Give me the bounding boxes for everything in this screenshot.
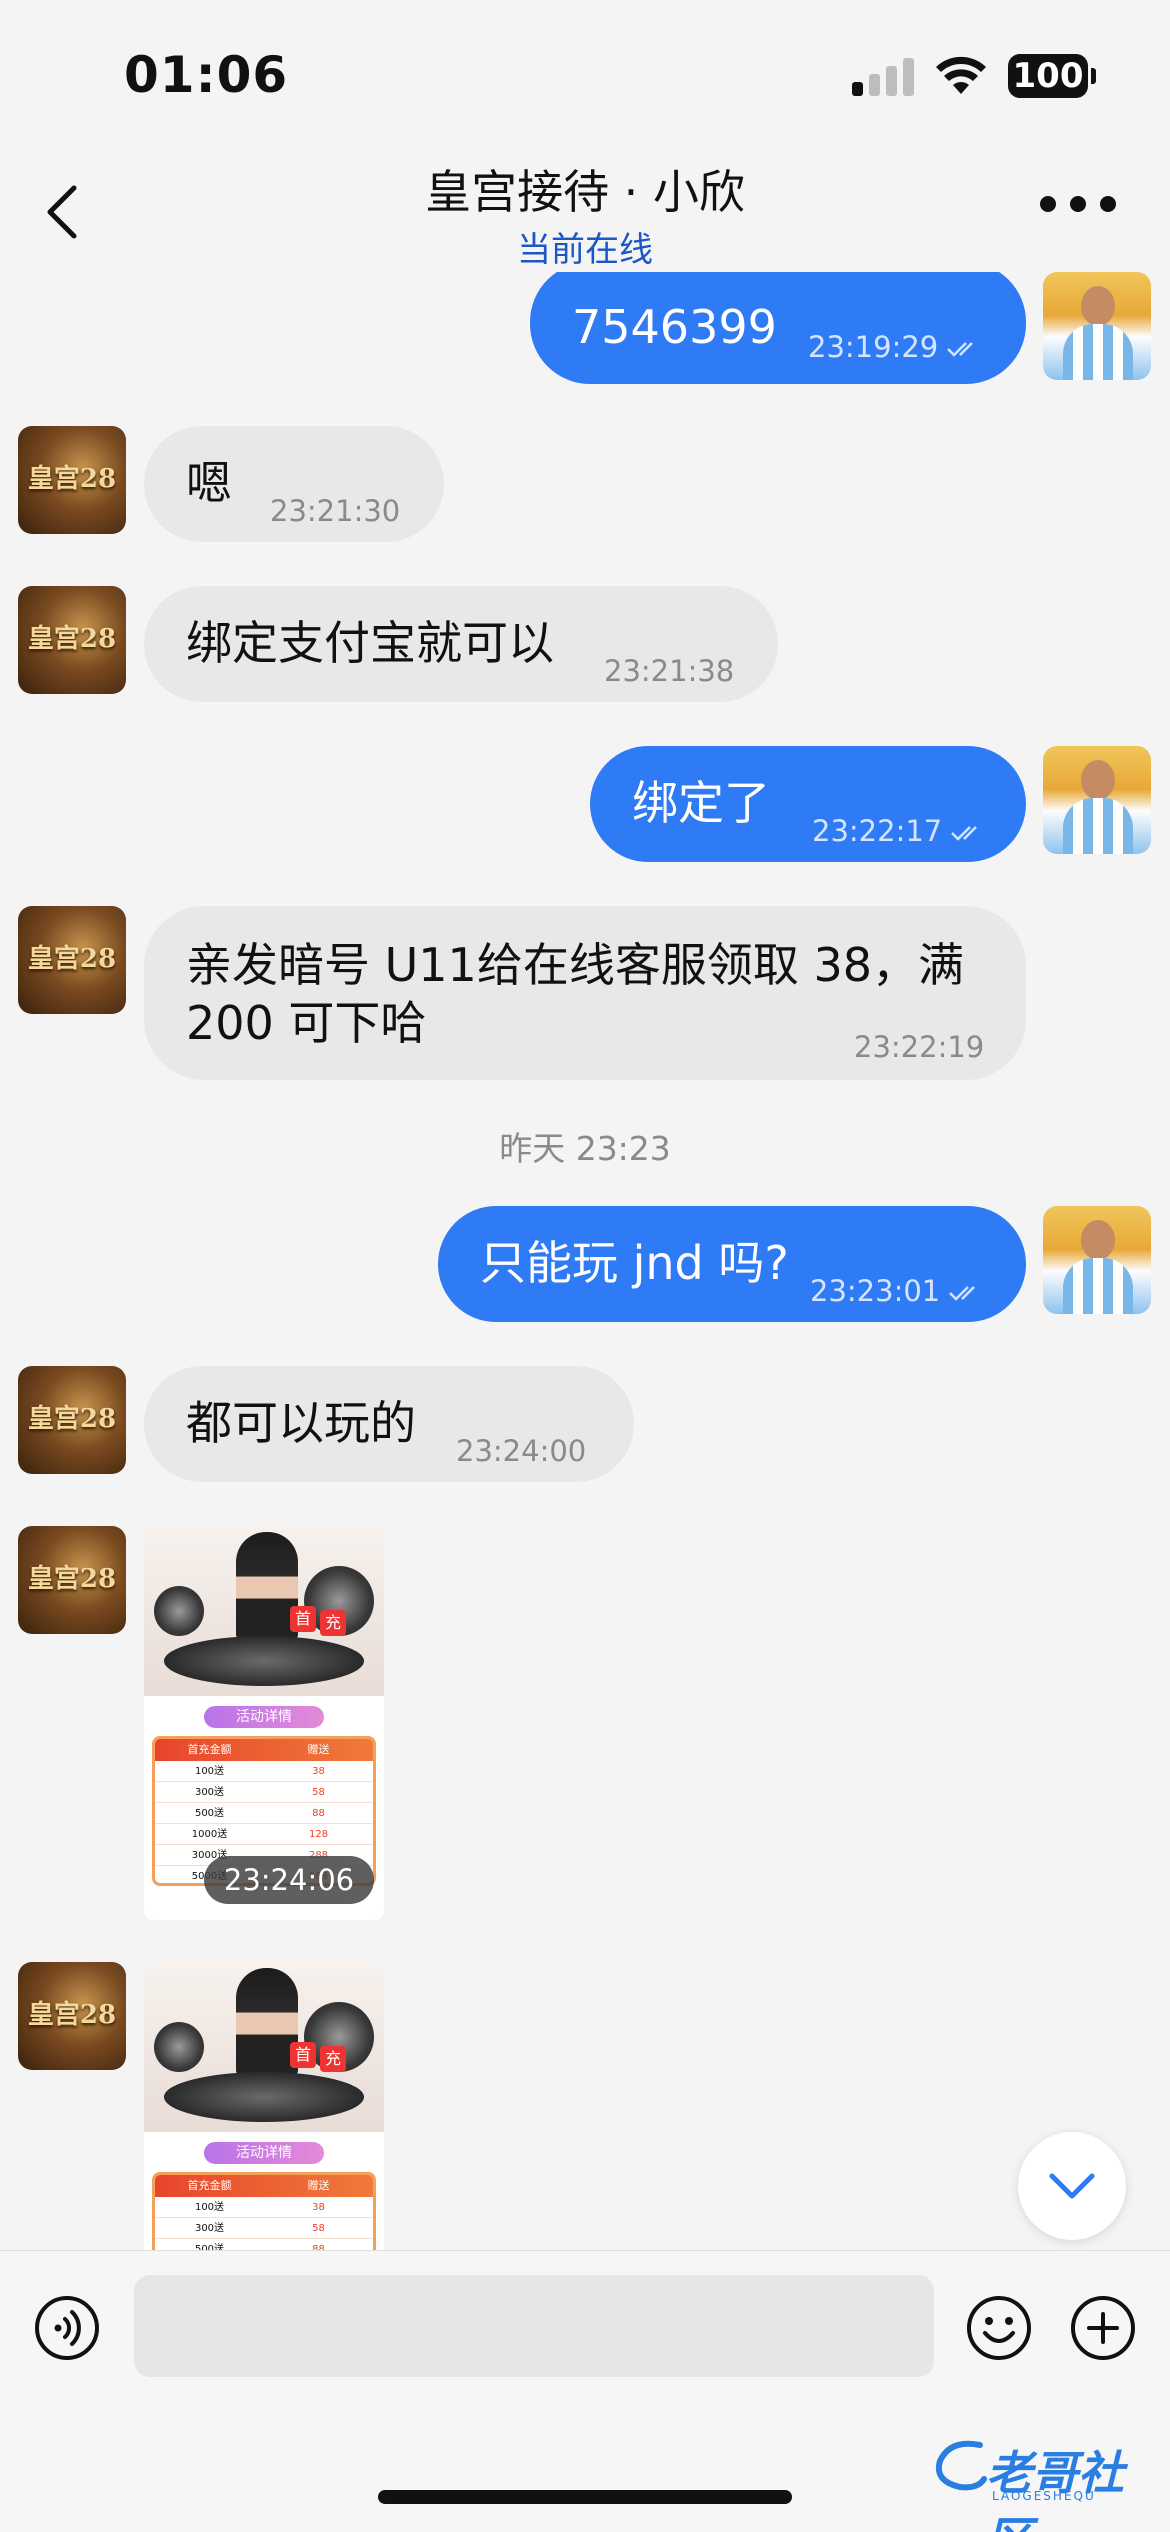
add-attachment-button[interactable] xyxy=(1070,2295,1136,2361)
message-text: 7546399 xyxy=(572,300,777,354)
image-time: 23:24:06 xyxy=(204,1856,374,1904)
message-time: 23:21:38 xyxy=(604,654,735,688)
agent-avatar[interactable]: 皇宫28 xyxy=(18,426,126,534)
date-separator: 昨天 23:23 xyxy=(499,1129,671,1168)
promo-table: 首充金额 赠送 100送 38 300送 58 500送 88 xyxy=(152,2172,376,2250)
agent-avatar[interactable]: 皇宫28 xyxy=(18,1366,126,1474)
emoji-button[interactable] xyxy=(966,2295,1032,2361)
chat-header: 皇宫接待 · 小欣 当前在线 xyxy=(0,150,1170,272)
promo-banner-image: 首 充 xyxy=(144,1526,384,1696)
agent-avatar[interactable]: 皇宫28 xyxy=(18,586,126,694)
message-bubble-outgoing[interactable]: 7546399 23:19:29 xyxy=(530,272,1026,384)
message-time: 23:22:17 xyxy=(812,814,984,848)
wifi-icon xyxy=(936,56,986,94)
home-indicator xyxy=(378,2490,792,2504)
user-avatar[interactable] xyxy=(1043,746,1151,854)
message-bubble-outgoing[interactable]: 绑定了 23:22:17 xyxy=(590,746,1026,862)
message-time: 23:24:00 xyxy=(456,1434,587,1468)
message-text: 亲发暗号 U11给在线客服领取 38，满 200 可下哈 xyxy=(186,938,964,1050)
more-options-button[interactable] xyxy=(1040,196,1116,216)
message-time: 23:19:29 xyxy=(808,330,980,364)
scroll-to-bottom-button[interactable] xyxy=(1018,2132,1126,2240)
message-text: 只能玩 jnd 吗? xyxy=(480,1236,789,1290)
battery-icon: 100 xyxy=(1008,54,1096,98)
message-time: 23:23:01 xyxy=(810,1274,982,1308)
read-check-icon xyxy=(949,1286,976,1301)
agent-avatar[interactable]: 皇宫28 xyxy=(18,1962,126,2070)
message-text: 都可以玩的 xyxy=(186,1396,416,1450)
cellular-signal-icon xyxy=(852,58,914,96)
message-text: 绑定支付宝就可以 xyxy=(186,616,554,670)
user-avatar[interactable] xyxy=(1043,1206,1151,1314)
promo-ribbon: 活动详情 xyxy=(204,1706,324,1728)
message-time: 23:22:19 xyxy=(854,1030,985,1064)
message-input[interactable] xyxy=(134,2275,934,2377)
status-time: 01:06 xyxy=(124,46,289,104)
image-message[interactable]: 首 充 活动详情 首充金额 赠送 100送 38 300送 58 500送 88 100… xyxy=(144,1526,384,1920)
message-list[interactable]: 7546399 23:19:29 皇宫28 嗯 23:21:30 皇宫28 绑定… xyxy=(0,272,1170,2250)
promo-banner-image: 首 充 xyxy=(144,1962,384,2132)
message-bubble-outgoing[interactable]: 只能玩 jnd 吗? 23:23:01 xyxy=(438,1206,1026,1322)
status-bar: 01:06 100 xyxy=(0,0,1170,150)
agent-avatar[interactable]: 皇宫28 xyxy=(18,1526,126,1634)
message-bubble-incoming[interactable]: 都可以玩的 23:24:00 xyxy=(144,1366,634,1482)
chevron-down-icon xyxy=(1049,2173,1095,2199)
message-bubble-incoming[interactable]: 绑定支付宝就可以 23:21:38 xyxy=(144,586,778,702)
promo-ribbon: 活动详情 xyxy=(204,2142,324,2164)
image-message[interactable]: 首 充 活动详情 首充金额 赠送 100送 38 300送 58 500送 88 xyxy=(144,1962,384,2250)
chat-title: 皇宫接待 · 小欣 xyxy=(425,165,745,219)
message-text: 绑定了 xyxy=(632,776,770,830)
dragon-logo-icon xyxy=(936,2440,987,2491)
user-avatar[interactable] xyxy=(1043,272,1151,380)
read-check-icon xyxy=(947,342,974,357)
message-time: 23:21:30 xyxy=(270,494,401,528)
message-text: 嗯 xyxy=(186,456,232,510)
voice-input-button[interactable] xyxy=(34,2295,100,2361)
agent-avatar[interactable]: 皇宫28 xyxy=(18,906,126,1014)
read-check-icon xyxy=(951,826,978,841)
site-watermark: 老哥社区 LAOGESHEQU xyxy=(930,2431,1160,2532)
message-bubble-incoming[interactable]: 亲发暗号 U11给在线客服领取 38，满 200 可下哈 23:22:19 xyxy=(144,906,1026,1080)
message-bubble-incoming[interactable]: 嗯 23:21:30 xyxy=(144,426,444,542)
online-status: 当前在线 xyxy=(517,230,653,270)
